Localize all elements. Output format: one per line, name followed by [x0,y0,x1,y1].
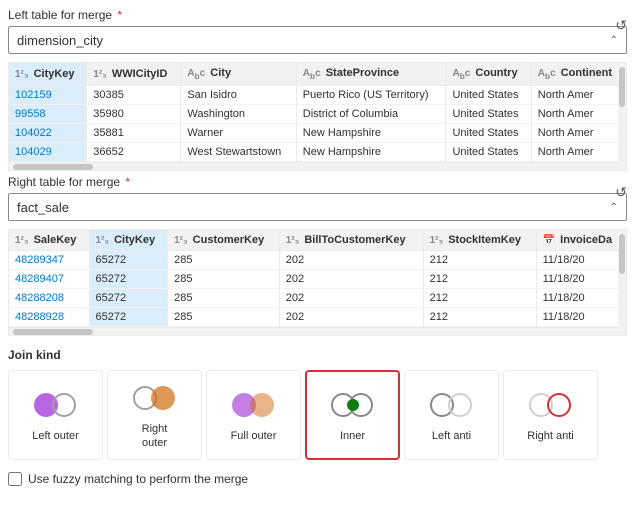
left-table-label: Left table for merge * [8,8,627,22]
col-salekey: 1²₃ SaleKey [9,230,89,251]
col-stockitemkey: 1²₃ StockItemKey [423,230,536,251]
fuzzy-matching-checkbox[interactable] [8,472,22,486]
join-kind-label: Join kind [8,348,627,362]
left-table-hscrollbar[interactable] [9,162,626,170]
right-outer-label: Rightouter [142,422,168,451]
col-wwicityid: 1²₃ WWICityID [87,63,181,86]
left-table-value: dimension_city [17,33,610,48]
col-country: Abc Country [446,63,531,86]
left-anti-label: Left anti [432,429,471,443]
left-table-section: Left table for merge * dimension_city ⌃ … [0,8,635,58]
table-row: 48289347 65272 285 202 212 11/18/20 [9,251,626,270]
table-row: 48288208 65272 285 202 212 11/18/20 [9,289,626,308]
left-table-refresh-button[interactable]: ↺ [613,15,629,36]
right-table-value: fact_sale [17,200,610,215]
col-city: Abc City [181,63,296,86]
right-table-data: 1²₃ SaleKey 1²₃ CityKey 1²₃ CustomerKey … [8,229,627,336]
inner-icon [331,387,375,423]
fuzzy-matching-label: Use fuzzy matching to perform the merge [28,472,248,486]
right-table-dropdown[interactable]: fact_sale ⌃ [8,193,627,221]
table-row: 104029 36652 West Stewartstown New Hamps… [9,143,626,162]
table-row: 48289407 65272 285 202 212 11/18/20 [9,270,626,289]
right-outer-icon [133,380,177,416]
inner-label: Inner [340,429,365,443]
col-continent: Abc Continent [531,63,625,86]
col-stateprovince: Abc StateProvince [296,63,446,86]
left-outer-label: Left outer [32,429,78,443]
right-anti-label: Right anti [527,429,573,443]
right-table-grid: 1²₃ SaleKey 1²₃ CityKey 1²₃ CustomerKey … [9,230,626,327]
left-table-data: 1²₃ CityKey 1²₃ WWICityID Abc City Abc S… [8,62,627,171]
merge-dialog: Left table for merge * dimension_city ⌃ … [0,0,635,527]
col-billtocustomerkey: 1²₃ BillToCustomerKey [279,230,423,251]
col-invoicedate: 📅 InvoiceDa [536,230,625,251]
join-option-left-outer[interactable]: Left outer [8,370,103,460]
col-citykey: 1²₃ CityKey [9,63,87,86]
join-option-left-anti[interactable]: Left anti [404,370,499,460]
table-row: 48288928 65272 285 202 212 11/18/20 [9,308,626,327]
join-option-right-outer[interactable]: Rightouter [107,370,202,460]
full-outer-icon [232,387,276,423]
join-option-inner[interactable]: Inner [305,370,400,460]
fuzzy-matching-row: Use fuzzy matching to perform the merge [0,464,635,494]
join-options-container: Left outer Rightouter [8,370,627,460]
right-table-vscrollbar[interactable] [618,230,626,335]
left-table-grid: 1²₃ CityKey 1²₃ WWICityID Abc City Abc S… [9,63,626,162]
chevron-down-icon: ⌃ [610,35,618,46]
table-row: 102159 30385 San Isidro Puerto Rico (US … [9,86,626,105]
right-anti-icon [529,387,573,423]
right-table-refresh-button[interactable]: ↺ [613,182,629,203]
right-table-label: Right table for merge * [8,175,627,189]
table-row: 99558 35980 Washington District of Colum… [9,105,626,124]
full-outer-label: Full outer [231,429,277,443]
join-kind-section: Join kind Left outer [0,340,635,464]
left-table-dropdown[interactable]: dimension_city ⌃ [8,26,627,54]
left-outer-icon [34,387,78,423]
join-option-full-outer[interactable]: Full outer [206,370,301,460]
right-table-section: Right table for merge * fact_sale ⌃ ↺ [0,175,635,225]
left-table-vscrollbar[interactable] [618,63,626,170]
chevron-down-icon: ⌃ [610,202,618,213]
col-customerkey: 1²₃ CustomerKey [168,230,280,251]
join-option-right-anti[interactable]: Right anti [503,370,598,460]
left-anti-icon [430,387,474,423]
right-table-hscrollbar[interactable] [9,327,626,335]
col-citykey-right: 1²₃ CityKey [89,230,168,251]
table-row: 104022 35881 Warner New Hampshire United… [9,124,626,143]
